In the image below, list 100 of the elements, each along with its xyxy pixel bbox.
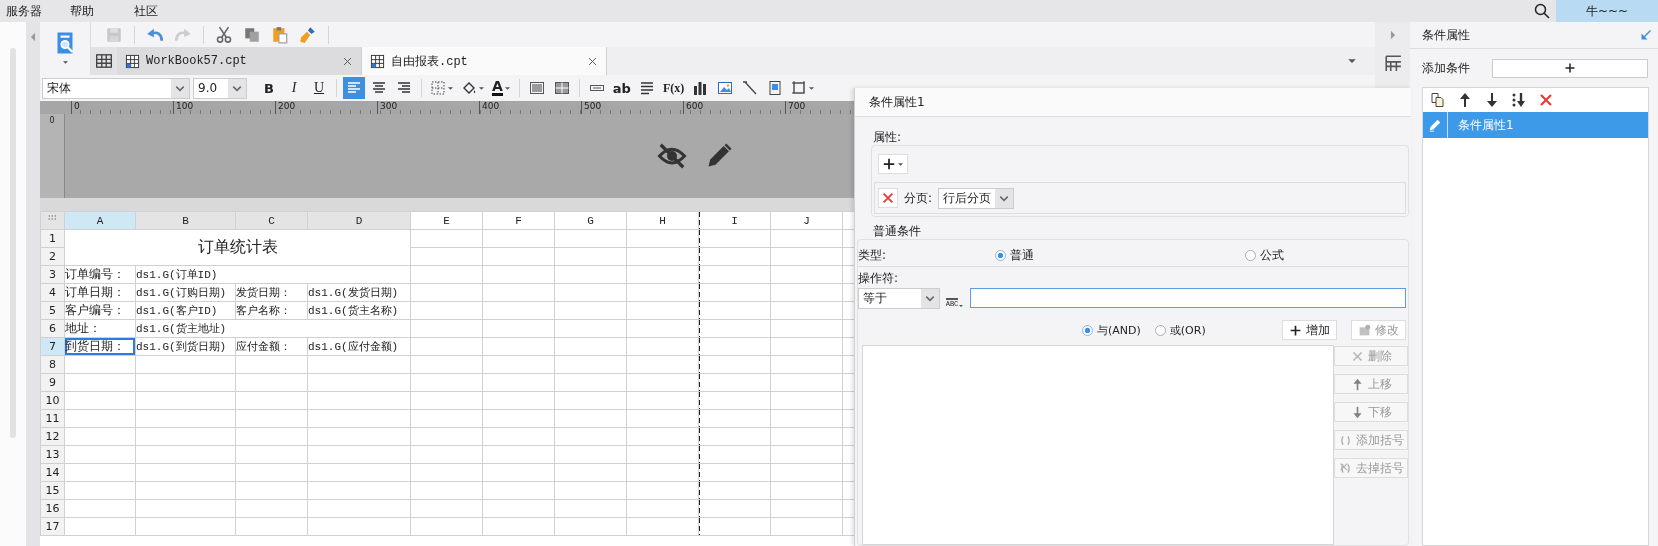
list-tool-button[interactable] [1510,91,1528,109]
merge-cells-icon [528,80,545,96]
tab-label[interactable]: WorkBook57.cpt [146,54,247,68]
table-cell[interactable]: ds1.G(订购日期) [135,283,236,302]
caret-icon [958,304,965,308]
format-button[interactable]: ab [610,77,633,99]
paragraph-icon [638,80,655,96]
borders-icon [430,80,446,96]
table-cell[interactable]: ds1.G(客户ID) [135,301,236,320]
format-button[interactable]: B [258,77,280,99]
arrow-down-icon [1484,92,1500,108]
frame-icon [791,80,808,96]
column-header[interactable]: D [307,211,411,230]
column-header[interactable]: E [410,211,483,230]
split-cells-icon [553,80,570,96]
radio-button[interactable] [1082,324,1093,336]
spreadsheet-icon [125,53,140,69]
format-button[interactable]: A [490,77,513,99]
table-cell[interactable]: 订单编号： [64,265,136,284]
close-icon[interactable] [587,55,598,67]
plus-icon [1289,323,1302,337]
table-cell[interactable]: ds1.G(应付金额) [307,337,411,356]
eye-slash-icon[interactable] [655,141,689,171]
table-cell[interactable]: ds1.G(发货日期) [307,283,411,302]
section-label: 普通条件 [873,223,922,239]
table-cell[interactable]: 客户名称： [235,301,308,320]
paste-icon [271,25,289,44]
menu-item[interactable]: 帮助 [70,2,128,20]
table-cell[interactable]: ds1.G(到货日期) [135,337,236,356]
font-select[interactable]: 宋体 [42,77,190,99]
diagonal-line-icon [742,80,759,96]
file-tab[interactable]: 自由报表.cpt [362,47,607,75]
caret-icon [175,84,185,92]
operator-select[interactable]: 等于 [858,287,940,309]
page-icon [767,80,784,96]
align-center-icon [371,80,387,96]
search-icon[interactable] [1534,3,1550,19]
format-button[interactable]: I [283,77,305,99]
field-label: 分页: [904,189,933,207]
radio-button[interactable] [995,249,1006,261]
radio-label[interactable]: 普通 [1010,246,1034,264]
radio-button[interactable] [1154,324,1166,336]
table-cell[interactable]: 订单日期： [64,283,136,302]
align-left-icon [346,80,362,96]
cell-panel-icon[interactable] [1383,54,1402,72]
copy-icon [1430,92,1446,108]
field-label: 操作符: [858,270,900,287]
column-header[interactable]: A [64,211,136,230]
column-header[interactable]: C [235,211,308,230]
grid-icon[interactable] [95,52,113,70]
table-cell[interactable]: ds1.G(货主名称) [307,301,411,320]
scissors-icon [215,25,233,44]
size-select[interactable]: 9.0 [193,77,247,99]
add-property-button[interactable] [878,154,908,174]
radio-label[interactable]: 或(OR) [1169,322,1206,338]
align-right-icon [396,80,412,96]
caret-icon[interactable] [61,60,69,65]
collapse-icon[interactable] [1640,29,1652,41]
table-cell[interactable]: 应付金额： [235,337,308,356]
format-button[interactable]: F(x) [660,77,687,99]
ruler-label: 0 [49,116,55,127]
close-icon[interactable] [342,55,353,67]
table-cell[interactable]: ds1.G(订单ID) [135,265,411,284]
plus-icon [1564,62,1576,74]
dialog-title: 条件属性1 [855,88,1411,117]
list-tool-button[interactable] [1429,91,1447,109]
table-cell[interactable]: 发货日期： [235,283,308,302]
brush-icon [299,25,317,44]
menu-item[interactable]: 服务器 [6,2,64,20]
dropdown-icon[interactable] [1347,57,1357,65]
column-header[interactable]: I [698,211,771,230]
radio-label[interactable]: 公式 [1260,246,1284,264]
radio-label[interactable]: 与(AND) [1097,322,1141,338]
table-cell[interactable]: ds1.G(货主地址) [135,319,411,338]
bar-chart-icon [692,80,709,96]
column-header[interactable]: B [135,211,236,230]
condition-button[interactable]: 增加 [1282,320,1337,340]
format-button[interactable]: U [308,77,330,99]
menu-item[interactable]: 社区 [134,2,192,20]
scrollbar[interactable] [10,48,16,438]
plus-icon [882,157,896,171]
value-field[interactable] [970,288,1406,308]
edit-icon [1358,323,1371,337]
column-header[interactable]: F [482,211,555,230]
radio-button[interactable] [1245,249,1256,261]
column-header[interactable]: G [554,211,627,230]
caret-icon [999,194,1010,202]
column-header[interactable]: J [770,211,843,230]
column-header[interactable]: H [626,211,699,230]
user-name[interactable]: 牛~~~ [1556,0,1658,22]
table-cell[interactable]: 客户编号： [64,301,136,320]
tab-label[interactable]: 自由报表.cpt [391,52,468,70]
file-tab[interactable]: WorkBook57.cpt [117,47,362,75]
remove-button[interactable] [878,188,898,208]
caret-icon [925,294,935,302]
delete-icon [881,191,895,205]
page-break-select[interactable]: 行后分页 [938,187,1015,209]
spreadsheet-icon [370,53,385,69]
move-to-bottom-icon [1511,92,1527,108]
table-cell[interactable]: 地址： [64,319,136,338]
